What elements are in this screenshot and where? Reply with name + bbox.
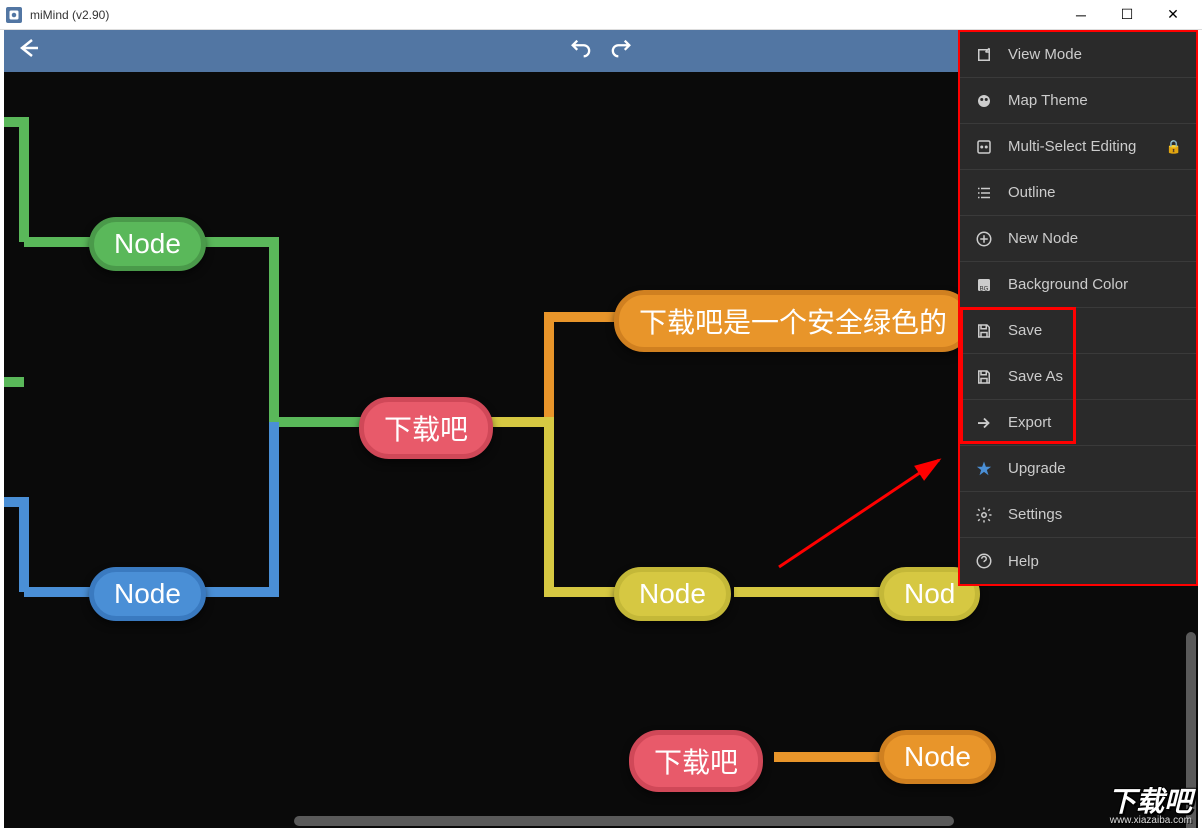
save-icon: [974, 321, 994, 341]
mindmap-node[interactable]: Node: [89, 217, 206, 271]
annotation-arrow: [774, 452, 954, 572]
menu-new-node[interactable]: New Node: [960, 216, 1196, 262]
watermark: 下载吧 www.xiazaiba.com: [1108, 788, 1192, 826]
menu-outline[interactable]: Outline: [960, 170, 1196, 216]
new-node-icon: [974, 229, 994, 249]
star-icon: [974, 459, 994, 479]
menu-save[interactable]: Save: [960, 308, 1196, 354]
save-as-icon: [974, 367, 994, 387]
window-controls: ─ ☐ ✕: [1058, 0, 1196, 30]
mindmap-node[interactable]: Node: [614, 567, 731, 621]
horizontal-scrollbar[interactable]: [294, 816, 954, 826]
menu-help[interactable]: Help: [960, 538, 1196, 584]
context-menu: View Mode Map Theme Multi-Select Editing…: [958, 30, 1198, 586]
menu-multi-select[interactable]: Multi-Select Editing 🔒: [960, 124, 1196, 170]
export-icon: [974, 413, 994, 433]
app-frame: Node Node 下载吧 下载吧是一个安全绿色的 Node Nod 下载吧 N…: [4, 30, 1198, 828]
theme-icon: [974, 91, 994, 111]
multiselect-icon: [974, 137, 994, 157]
svg-text:BG: BG: [980, 286, 989, 292]
menu-upgrade[interactable]: Upgrade: [960, 446, 1196, 492]
app-icon: [6, 7, 22, 23]
bgcolor-icon: BG: [974, 275, 994, 295]
menu-view-mode[interactable]: View Mode: [960, 32, 1196, 78]
mindmap-node[interactable]: 下载吧是一个安全绿色的: [614, 290, 972, 352]
window-titlebar: miMind (v2.90) ─ ☐ ✕: [0, 0, 1202, 30]
mindmap-node[interactable]: 下载吧: [359, 397, 493, 459]
mindmap-node[interactable]: 下载吧: [629, 730, 763, 792]
maximize-button[interactable]: ☐: [1104, 0, 1150, 30]
redo-button[interactable]: [611, 37, 633, 65]
mindmap-node[interactable]: Node: [879, 730, 996, 784]
menu-map-theme[interactable]: Map Theme: [960, 78, 1196, 124]
lock-icon: 🔒: [1166, 139, 1182, 155]
close-button[interactable]: ✕: [1150, 0, 1196, 30]
menu-save-as[interactable]: Save As: [960, 354, 1196, 400]
back-button[interactable]: [16, 36, 40, 66]
window-title: miMind (v2.90): [30, 8, 109, 22]
menu-export[interactable]: Export: [960, 400, 1196, 446]
help-icon: [974, 551, 994, 571]
view-mode-icon: [974, 45, 994, 65]
undo-button[interactable]: [569, 37, 591, 65]
menu-background-color[interactable]: BG Background Color: [960, 262, 1196, 308]
minimize-button[interactable]: ─: [1058, 0, 1104, 30]
mindmap-node[interactable]: Node: [89, 567, 206, 621]
menu-settings[interactable]: Settings: [960, 492, 1196, 538]
outline-icon: [974, 183, 994, 203]
settings-icon: [974, 505, 994, 525]
